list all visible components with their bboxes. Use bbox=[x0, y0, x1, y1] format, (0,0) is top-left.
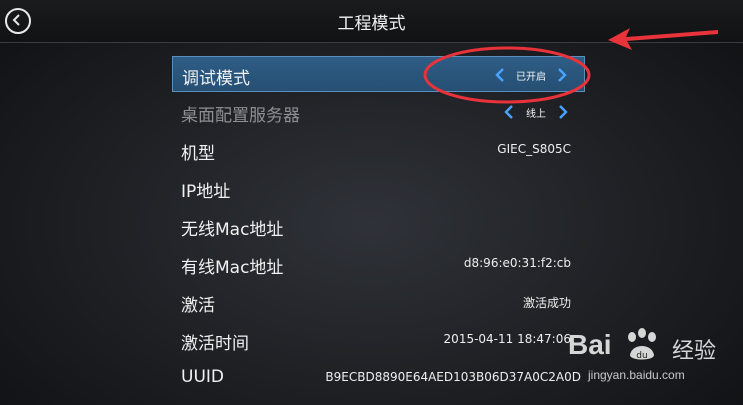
watermark-brand: Bai bbox=[568, 329, 612, 360]
activation-value: 激活成功 bbox=[522, 296, 571, 310]
activation-time-value: 2015-04-11 18:47:06 bbox=[443, 332, 571, 346]
svg-text:du: du bbox=[636, 351, 647, 361]
activation-time-label: 激活时间 bbox=[181, 334, 249, 354]
row-model: 机型 GIEC_S805C bbox=[172, 132, 585, 168]
uuid-value: B9ECBD8890E64AED103B06D37A0C2A0D bbox=[325, 370, 581, 384]
desktop-config-server-value: 线上 bbox=[526, 109, 546, 120]
watermark-url: jingyan.baidu.com bbox=[588, 368, 685, 382]
paw-logo-icon: du bbox=[628, 328, 656, 361]
wired-mac-value: d8:96:e0:31:f2:cb bbox=[463, 256, 571, 270]
wireless-mac-label: 无线Mac地址 bbox=[181, 220, 284, 240]
debug-mode-label: 调试模式 bbox=[182, 69, 250, 89]
wired-mac-label: 有线Mac地址 bbox=[181, 258, 284, 278]
row-activation-time: 激活时间 2015-04-11 18:47:06 bbox=[172, 322, 585, 358]
annotation-ellipse bbox=[423, 46, 591, 104]
uuid-label: UUID bbox=[181, 367, 224, 387]
ip-address-label: IP地址 bbox=[181, 182, 231, 202]
row-wired-mac: 有线Mac地址 d8:96:e0:31:f2:cb bbox=[172, 246, 585, 282]
activation-label: 激活 bbox=[181, 296, 215, 316]
annotation-arrow-icon bbox=[608, 28, 718, 50]
row-wireless-mac: 无线Mac地址 bbox=[172, 208, 585, 244]
row-activation: 激活 激活成功 bbox=[172, 284, 585, 320]
baidu-jingyan-watermark: Bai du 经验 jingyan.baidu.com bbox=[568, 325, 738, 401]
row-uuid: UUID B9ECBD8890E64AED103B06D37A0C2A0D bbox=[172, 360, 585, 396]
model-value: GIEC_S805C bbox=[497, 142, 571, 156]
row-ip-address: IP地址 bbox=[172, 170, 585, 206]
desktop-config-server-label: 桌面配置服务器 bbox=[181, 106, 300, 126]
model-label: 机型 bbox=[181, 144, 215, 164]
watermark-brand-suffix: 经验 bbox=[672, 339, 717, 364]
